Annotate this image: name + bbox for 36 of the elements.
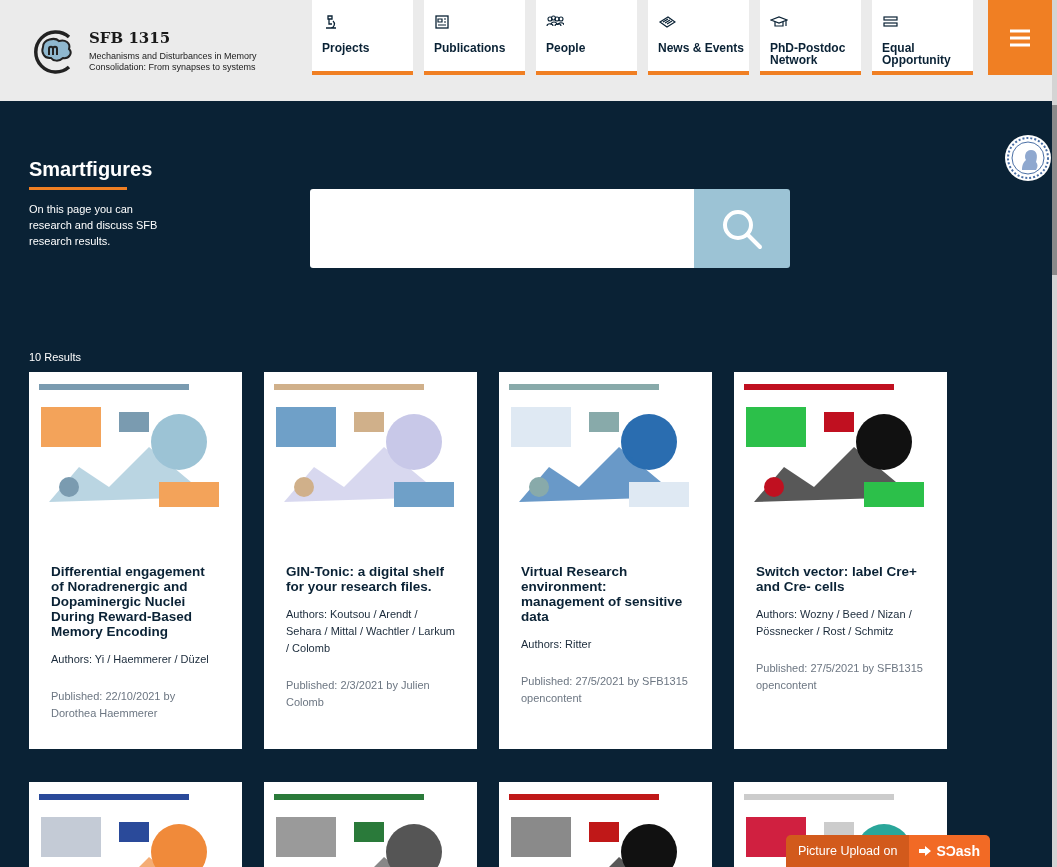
newspaper-icon xyxy=(658,14,676,30)
menu-button[interactable] xyxy=(988,0,1052,75)
card-published: Published: 27/5/2021 by SFB1315 opencontent xyxy=(521,674,689,706)
card-title[interactable]: Virtual Research environment: management of sensitive data xyxy=(521,564,690,624)
card-title[interactable]: Switch vector: label Cre+ and Cre- cells xyxy=(756,564,925,594)
nav-tab[interactable]: People xyxy=(536,0,637,75)
nav-tab[interactable]: PhD-Postdoc Network xyxy=(760,0,861,75)
site-subtitle: Mechanisms and Disturbances in Memory Consolidation: From synapses to systems xyxy=(89,50,258,73)
search-button[interactable] xyxy=(694,189,790,268)
card-published: Published: 22/10/2021 by Dorothea Haemmerer xyxy=(51,689,177,721)
card-authors: Authors: Koutsou / Arendt / Sehara / Mittal / Wachtler / Larkum / Colomb xyxy=(286,607,455,656)
seal-icon xyxy=(1004,134,1052,182)
site-title: SFB 1315 xyxy=(89,28,172,47)
search-icon xyxy=(721,207,763,250)
card-authors: Authors: Wozny / Beed / Nizan / Pössnecker / Rost / Schmitz xyxy=(756,607,913,639)
page-title: Smartfigures xyxy=(29,157,153,182)
graduation-cap-icon xyxy=(770,14,788,30)
nav-tab[interactable]: Equal Opportunity xyxy=(872,0,973,75)
menu-icon xyxy=(1010,28,1030,47)
search-field[interactable] xyxy=(310,189,694,268)
card-authors: Authors: Ritter xyxy=(521,637,593,652)
lines-icon xyxy=(882,14,900,30)
upload-label[interactable]: Picture Upload on xyxy=(786,835,910,867)
card-authors: Authors: Yi / Haemmerer / Düzel xyxy=(51,652,210,667)
nav-tab[interactable]: News & Events xyxy=(648,0,749,75)
card-title[interactable]: GIN-Tonic: a digital shelf for your research files. xyxy=(286,564,455,594)
scrollbar[interactable] xyxy=(1052,0,1057,867)
results-count: 10 Results xyxy=(29,351,81,363)
arrow-icon xyxy=(919,846,932,856)
card-published: Published: 27/5/2021 by SFB1315 opencontent xyxy=(756,661,924,693)
nav-tab[interactable]: Publications xyxy=(424,0,525,75)
document-icon xyxy=(434,14,452,30)
card-published: Published: 2/3/2021 by Julien Colomb xyxy=(286,678,431,710)
card-title[interactable]: Differential engagement of Noradrenergic and Dopaminergic Nuclei During Reward-Based Memory Encoding xyxy=(51,564,220,639)
nav-tab[interactable]: Projects xyxy=(312,0,413,75)
page-description: On this page you can research and discuss SFB research results. xyxy=(29,202,159,249)
